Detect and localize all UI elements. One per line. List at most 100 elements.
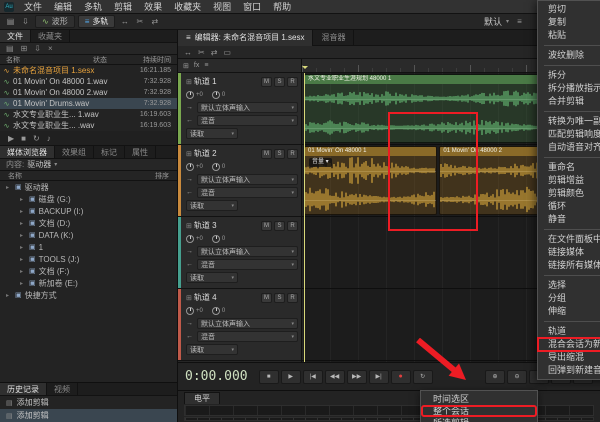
record-arm-button[interactable]: R (287, 77, 298, 87)
zoom-out-button[interactable]: ⊖ (507, 370, 527, 384)
delete-file-icon[interactable]: × (48, 44, 53, 53)
context-menu-item[interactable] (544, 321, 600, 322)
menu-item[interactable]: 多轨 (78, 0, 108, 14)
menu-item[interactable]: 编辑 (48, 0, 78, 14)
loop-button[interactable]: ↻ (413, 370, 433, 384)
file-row[interactable]: ∿ 01 Movin' On 48000 1.wav 7:32.928 (0, 76, 177, 87)
file-row[interactable]: ∿ 水文专业职业生... 1.wav 16:19.603 (0, 109, 177, 120)
history-item[interactable]: ▤ 添加剪辑 (0, 396, 177, 409)
rewind-button[interactable]: ◀◀ (325, 370, 345, 384)
track-collapse-icon[interactable]: ⊞ (186, 150, 192, 158)
menu-item[interactable]: 效果 (138, 0, 168, 14)
volume-knob[interactable] (186, 307, 194, 315)
content-value[interactable]: 驱动器 (27, 159, 51, 170)
panel-tab[interactable]: 视频 (47, 383, 78, 395)
context-menu-item[interactable]: 拆分播放指示器下方的所有剪辑 (538, 82, 600, 95)
automation-mode-selector[interactable]: 读取 ▾ (186, 200, 238, 211)
tree-item[interactable]: ▸ ▣ 磁盘 (G:) (0, 193, 177, 205)
track-name[interactable]: 轨道 3 (194, 220, 259, 231)
fx-rack-icon[interactable]: fx (194, 62, 199, 69)
time-display[interactable]: 0:00.000 (185, 369, 248, 384)
tree-item[interactable]: ▸ ▣ TOOLS (J:) (0, 253, 177, 265)
context-menu-item[interactable]: 剪辑颜色 (538, 187, 600, 200)
editor-tab[interactable]: ≡ 编辑器: 未命名混音项目 1.sesx (178, 30, 313, 46)
stop-button[interactable]: ■ (21, 134, 26, 143)
tree-item[interactable]: ▸ ▣ 驱动器 (0, 181, 177, 193)
track-name[interactable]: 轨道 1 (194, 76, 259, 87)
context-menu-item[interactable] (544, 157, 600, 158)
tree-expand-icon[interactable]: ▸ (20, 244, 29, 251)
context-menu-item[interactable]: 自动语音对齐 (538, 141, 600, 154)
track-collapse-icon[interactable]: ⊞ (186, 294, 192, 302)
solo-button[interactable]: S (274, 221, 285, 231)
to-end-button[interactable]: ▶| (369, 370, 389, 384)
waveform-view-button[interactable]: ∿ 波形 (35, 15, 75, 28)
open-file-icon[interactable]: ▤ (4, 16, 17, 28)
pan-knob[interactable] (212, 307, 220, 315)
import-file-icon[interactable]: ▤ (6, 44, 14, 53)
automation-mode-selector[interactable]: 读取 ▾ (186, 272, 238, 283)
context-menu-item[interactable]: 匹配剪辑响度 (538, 128, 600, 141)
input-selector[interactable]: 默认立体声输入 ▾ (197, 102, 298, 113)
playhead[interactable] (304, 73, 305, 362)
tree-expand-icon[interactable]: ▸ (6, 292, 15, 299)
workspace-selector[interactable]: 默认 ▾ ≡ (484, 15, 526, 28)
context-menu-item[interactable]: 复制 (538, 16, 600, 29)
to-start-button[interactable]: |◀ (303, 370, 323, 384)
entire-session-item[interactable]: 整个会话 (421, 405, 537, 417)
slip-tool-icon[interactable]: ⇄ (211, 48, 218, 57)
panel-tab[interactable]: 历史记录 (0, 383, 47, 395)
tree-item[interactable]: ▸ ▣ BACKUP (I:) (0, 205, 177, 217)
context-menu-item[interactable] (544, 111, 600, 112)
razor-tool-icon[interactable]: ✂ (133, 16, 146, 28)
tree-item[interactable]: ▸ ▣ DATA (K:) (0, 229, 177, 241)
audio-clip[interactable]: 01 Movin' On 48000 1 音量 ▾ (304, 146, 437, 215)
record-arm-button[interactable]: R (287, 149, 298, 159)
context-menu-item[interactable]: 伸缩 (538, 305, 600, 318)
tree-expand-icon[interactable]: ▸ (20, 196, 29, 203)
forward-button[interactable]: ▶▶ (347, 370, 367, 384)
slip-tool-icon[interactable]: ⇄ (148, 16, 161, 28)
clip-volume-envelope-badge[interactable]: 音量 ▾ (309, 158, 332, 167)
context-menu-item[interactable]: 链接所有媒体 (538, 259, 600, 272)
pan-knob[interactable] (212, 163, 220, 171)
mixdown-session-to-new-file-item[interactable]: 混合会话为新建文件 (538, 338, 600, 351)
input-selector[interactable]: 默认立体声输入 ▾ (197, 318, 298, 329)
panel-tab[interactable]: 收藏夹 (31, 30, 70, 42)
move-tool-icon[interactable]: ↔ (118, 16, 131, 28)
auto-play-icon[interactable]: ♪ (47, 134, 51, 143)
tree-item[interactable]: ▸ ▣ 新加卷 (E:) (0, 277, 177, 289)
output-selector[interactable]: 混音 ▾ (197, 115, 298, 126)
pan-knob[interactable] (212, 235, 220, 243)
panel-tab[interactable]: 标记 (94, 146, 125, 158)
context-menu-item[interactable] (544, 45, 600, 46)
context-menu-item[interactable]: 导出缩混 (538, 351, 600, 364)
extract-audio-icon[interactable]: ⇩ (34, 44, 41, 53)
file-row[interactable]: ∿ 水文专业职业生... .wav 16:19.603 (0, 120, 177, 131)
track-name[interactable]: 轨道 2 (194, 148, 259, 159)
submenu-item[interactable]: 所选剪辑 (421, 417, 537, 422)
volume-knob[interactable] (186, 163, 194, 171)
column-header-duration[interactable]: 持续时间 (127, 55, 177, 65)
output-selector[interactable]: 混音 ▾ (197, 259, 298, 270)
menu-item[interactable]: 窗口 (237, 0, 267, 14)
panel-tab[interactable]: 媒体浏览器 (0, 146, 55, 158)
context-menu-item[interactable]: 在文件面板中显示 (538, 233, 600, 246)
tree-expand-icon[interactable]: ▸ (6, 184, 15, 191)
record-arm-button[interactable]: R (287, 221, 298, 231)
input-selector[interactable]: 默认立体声输入 ▾ (197, 174, 298, 185)
history-item[interactable]: ▤ 添加剪辑 (0, 409, 177, 422)
context-menu-item[interactable]: 静音 (538, 213, 600, 226)
context-menu-item[interactable]: 粘贴 (538, 29, 600, 42)
column-header-status[interactable]: 状态 (93, 55, 127, 65)
menu-item[interactable]: 收藏夹 (168, 0, 207, 14)
menu-item[interactable]: 视图 (207, 0, 237, 14)
column-header-sort[interactable]: 排序 (155, 171, 169, 181)
stop-button[interactable]: ■ (259, 370, 279, 384)
submenu-item[interactable]: 时间选区 (421, 393, 537, 405)
tree-expand-icon[interactable]: ▸ (20, 208, 29, 215)
menu-item[interactable]: 帮助 (267, 0, 297, 14)
tree-expand-icon[interactable]: ▸ (20, 268, 29, 275)
context-menu-item[interactable] (544, 275, 600, 276)
move-tool-icon[interactable]: ↔ (184, 48, 192, 57)
